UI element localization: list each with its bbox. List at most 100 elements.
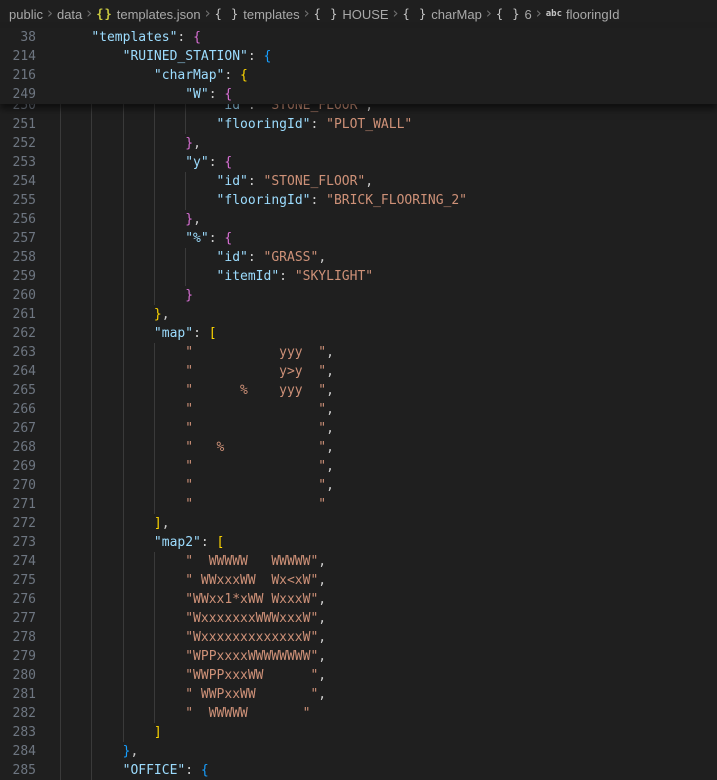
code-line-262[interactable]: 262 "map": [ [0,324,717,343]
line-content[interactable]: " y>y ", [36,362,717,381]
line-content[interactable]: " yyy ", [36,343,717,362]
breadcrumb-item-public[interactable]: public [9,7,43,22]
line-content[interactable]: }, [36,210,717,229]
line-number[interactable]: 270 [0,476,36,495]
code-line-272[interactable]: 272 ], [0,514,717,533]
line-number[interactable]: 216 [0,66,36,85]
breadcrumb-item-charmap[interactable]: { }charMap [403,7,482,22]
line-number[interactable]: 275 [0,571,36,590]
line-number[interactable]: 262 [0,324,36,343]
breadcrumb-item-6[interactable]: { }6 [496,7,532,22]
code-line-274[interactable]: 274 " WWWWW WWWWW", [0,552,717,571]
line-number[interactable]: 285 [0,761,36,780]
line-content[interactable]: "templates": { [36,28,717,47]
line-number[interactable]: 271 [0,495,36,514]
line-number[interactable]: 214 [0,47,36,66]
code-line-281[interactable]: 281 " WWPxxWW ", [0,685,717,704]
line-content[interactable]: " WWWWW WWWWW", [36,552,717,571]
line-content[interactable]: "map2": [ [36,533,717,552]
line-number[interactable]: 277 [0,609,36,628]
line-content[interactable]: "WxxxxxxxxxxxxxW", [36,628,717,647]
line-number[interactable]: 272 [0,514,36,533]
line-number[interactable]: 274 [0,552,36,571]
breadcrumb-item-data[interactable]: data [57,7,82,22]
line-number[interactable]: 280 [0,666,36,685]
line-number[interactable]: 278 [0,628,36,647]
code-line-250[interactable]: 250 "id": "STONE_FLOOR", [0,104,717,115]
sticky-line-214[interactable]: 214 "RUINED_STATION": { [0,47,717,66]
sticky-line-249[interactable]: 249 "W": { [0,85,717,104]
line-content[interactable]: "y": { [36,153,717,172]
line-content[interactable]: "WWxx1*xWW WxxxW", [36,590,717,609]
code-line-279[interactable]: 279 "WPPxxxxWWWWWWWW", [0,647,717,666]
line-content[interactable]: ], [36,514,717,533]
code-line-254[interactable]: 254 "id": "STONE_FLOOR", [0,172,717,191]
line-content[interactable]: "id": "STONE_FLOOR", [36,104,717,115]
line-number[interactable]: 268 [0,438,36,457]
line-content[interactable]: " WWPxxWW ", [36,685,717,704]
code-line-277[interactable]: 277 "WxxxxxxxWWWxxxW", [0,609,717,628]
code-line-276[interactable]: 276 "WWxx1*xWW WxxxW", [0,590,717,609]
line-content[interactable]: " % ", [36,438,717,457]
code-line-280[interactable]: 280 "WWPPxxxWW ", [0,666,717,685]
line-content[interactable]: " % yyy ", [36,381,717,400]
code-line-255[interactable]: 255 "flooringId": "BRICK_FLOORING_2" [0,191,717,210]
code-line-252[interactable]: 252 }, [0,134,717,153]
line-number[interactable]: 257 [0,229,36,248]
line-content[interactable]: "WWPPxxxWW ", [36,666,717,685]
line-content[interactable]: " WWxxxWW Wx<xW", [36,571,717,590]
code-line-284[interactable]: 284 }, [0,742,717,761]
code-line-257[interactable]: 257 "%": { [0,229,717,248]
line-content[interactable]: "WxxxxxxxWWWxxxW", [36,609,717,628]
line-number[interactable]: 256 [0,210,36,229]
line-number[interactable]: 273 [0,533,36,552]
line-content[interactable]: "charMap": { [36,66,717,85]
line-number[interactable]: 263 [0,343,36,362]
line-number[interactable]: 284 [0,742,36,761]
line-content[interactable]: " " [36,495,717,514]
line-number[interactable]: 269 [0,457,36,476]
line-number[interactable]: 281 [0,685,36,704]
code-line-251[interactable]: 251 "flooringId": "PLOT_WALL" [0,115,717,134]
breadcrumb-item-templates-json[interactable]: {}templates.json [96,7,200,22]
sticky-line-216[interactable]: 216 "charMap": { [0,66,717,85]
code-line-271[interactable]: 271 " " [0,495,717,514]
line-content[interactable]: "%": { [36,229,717,248]
line-number[interactable]: 279 [0,647,36,666]
breadcrumb-item-templates[interactable]: { }templates [215,7,300,22]
code-line-269[interactable]: 269 " ", [0,457,717,476]
line-number[interactable]: 249 [0,85,36,104]
line-number[interactable]: 276 [0,590,36,609]
code-line-259[interactable]: 259 "itemId": "SKYLIGHT" [0,267,717,286]
code-line-256[interactable]: 256 }, [0,210,717,229]
line-number[interactable]: 259 [0,267,36,286]
line-number[interactable]: 255 [0,191,36,210]
line-number[interactable]: 251 [0,115,36,134]
code-line-258[interactable]: 258 "id": "GRASS", [0,248,717,267]
breadcrumb-item-house[interactable]: { }HOUSE [314,7,389,22]
line-content[interactable]: " ", [36,457,717,476]
line-content[interactable]: }, [36,134,717,153]
code-line-285[interactable]: 285 "OFFICE": { [0,761,717,780]
code-line-260[interactable]: 260 } [0,286,717,305]
code-line-263[interactable]: 263 " yyy ", [0,343,717,362]
code-line-283[interactable]: 283 ] [0,723,717,742]
code-line-268[interactable]: 268 " % ", [0,438,717,457]
code-line-273[interactable]: 273 "map2": [ [0,533,717,552]
breadcrumb-item-flooringid[interactable]: abcflooringId [546,7,620,22]
line-content[interactable]: " ", [36,400,717,419]
code-line-264[interactable]: 264 " y>y ", [0,362,717,381]
line-number[interactable]: 252 [0,134,36,153]
code-line-266[interactable]: 266 " ", [0,400,717,419]
line-number[interactable]: 260 [0,286,36,305]
line-number[interactable]: 265 [0,381,36,400]
code-line-278[interactable]: 278 "WxxxxxxxxxxxxxW", [0,628,717,647]
partially-hidden-line-250[interactable]: 250 "id": "STONE_FLOOR", [0,104,717,115]
line-content[interactable]: "RUINED_STATION": { [36,47,717,66]
line-content[interactable]: "itemId": "SKYLIGHT" [36,267,717,286]
line-number[interactable]: 253 [0,153,36,172]
line-number[interactable]: 283 [0,723,36,742]
code-line-275[interactable]: 275 " WWxxxWW Wx<xW", [0,571,717,590]
sticky-line-38[interactable]: 38 "templates": { [0,28,717,47]
line-content[interactable]: "W": { [36,85,717,104]
